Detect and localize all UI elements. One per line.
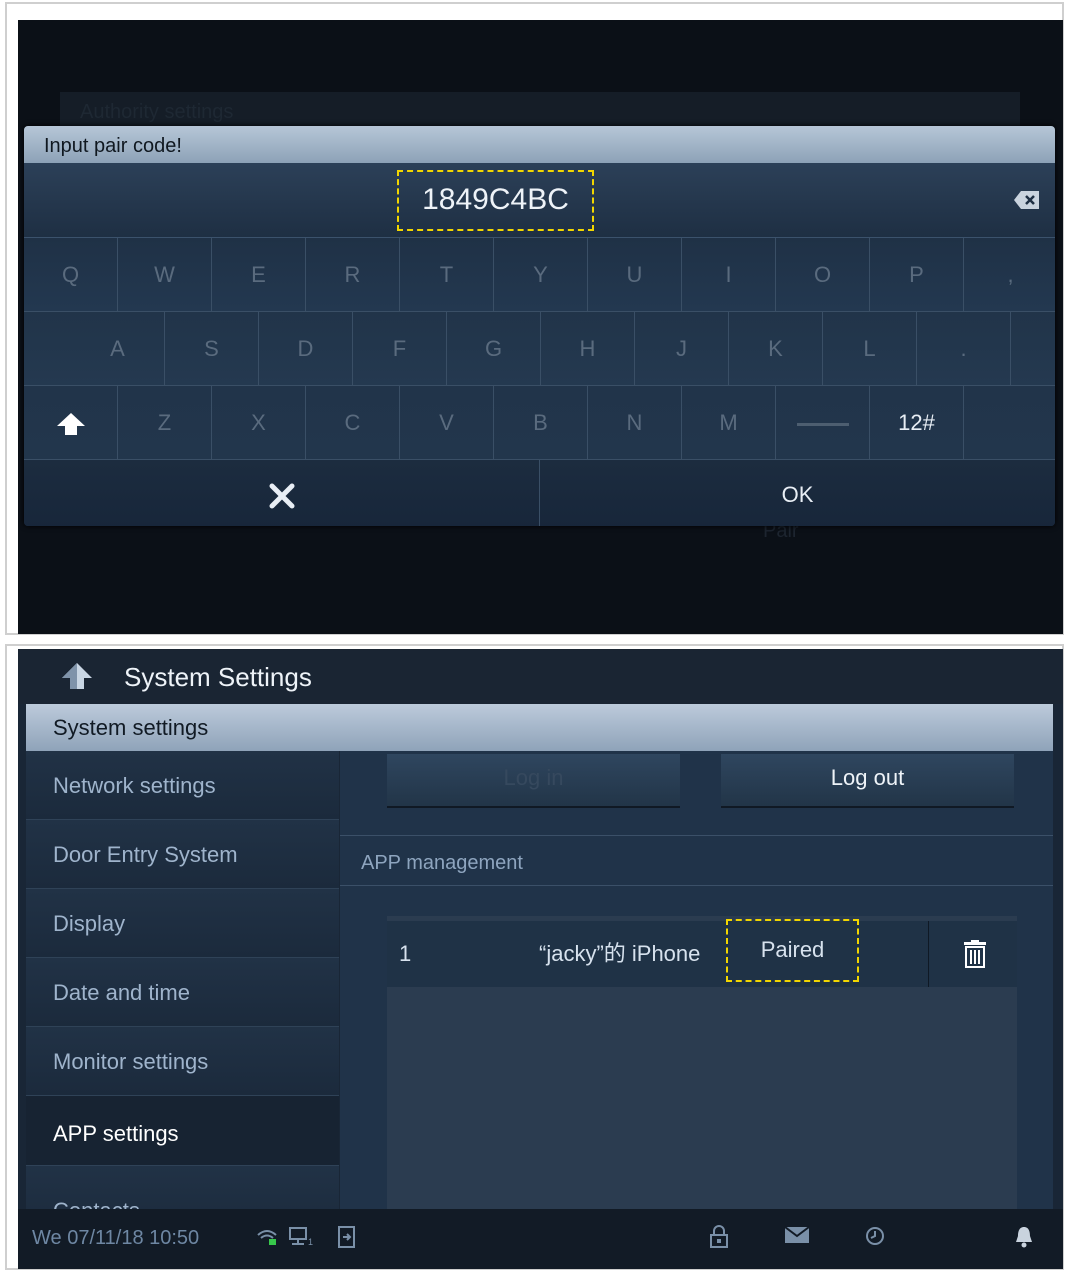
shift-icon <box>56 413 85 436</box>
sidebar-item-network-settings[interactable]: Network settings <box>26 751 339 820</box>
key-r1-5[interactable]: Y <box>494 238 588 311</box>
svg-text:1: 1 <box>308 1237 313 1247</box>
key-r1-1[interactable]: W <box>118 238 212 311</box>
key-r1-8[interactable]: O <box>776 238 870 311</box>
app-index: 1 <box>399 941 412 966</box>
section-header: System settings <box>26 704 1053 751</box>
sidebar-item-door-entry-system[interactable]: Door Entry System <box>26 820 339 889</box>
mail-icon[interactable] <box>784 1225 810 1245</box>
logout-button[interactable]: Log out <box>721 754 1014 808</box>
shift-key[interactable] <box>24 386 118 459</box>
backspace-icon[interactable] <box>1013 190 1041 210</box>
key-r3-1[interactable]: X <box>212 386 306 459</box>
back-icon[interactable] <box>60 661 94 691</box>
key-r2-2[interactable]: D <box>259 312 353 385</box>
divider <box>340 885 1053 886</box>
keyboard-row-2: ASDFGHJKL. <box>24 312 1055 386</box>
delete-button[interactable] <box>928 921 987 987</box>
app-row[interactable]: 1 “jacky”的 iPhone Paired <box>387 919 1017 987</box>
app-settings-content: Log in Log out APP management 1 “jacky”的… <box>340 751 1053 1211</box>
title-bar: System Settings <box>18 649 1063 704</box>
space-key[interactable] <box>776 386 870 459</box>
page-title: System Settings <box>124 662 312 692</box>
lock-icon[interactable] <box>708 1225 730 1249</box>
key-r3-2[interactable]: C <box>306 386 400 459</box>
symbols-key[interactable]: 12# <box>870 386 964 459</box>
app-device-name: “jacky”的 iPhone <box>539 941 701 966</box>
sidebar-item-date-and-time[interactable]: Date and time <box>26 958 339 1027</box>
sidebar-item-app-settings[interactable]: APP settings <box>26 1096 339 1166</box>
key-r3-6[interactable]: M <box>682 386 776 459</box>
door-icon[interactable] <box>336 1225 358 1249</box>
key-r2-4[interactable]: G <box>447 312 541 385</box>
key-r2-9[interactable]: . <box>917 312 1011 385</box>
sidebar-item-display[interactable]: Display <box>26 889 339 958</box>
key-r2-3[interactable]: F <box>353 312 447 385</box>
cancel-button[interactable] <box>24 460 540 526</box>
login-button[interactable]: Log in <box>387 754 680 808</box>
close-icon <box>269 483 294 509</box>
key-r1-0[interactable]: Q <box>24 238 118 311</box>
key-r2-5[interactable]: H <box>541 312 635 385</box>
keyboard-row-1: QWERTYUIOP, <box>24 238 1055 312</box>
key-r2-0[interactable]: A <box>71 312 165 385</box>
key-r1-6[interactable]: U <box>588 238 682 311</box>
ok-button[interactable]: OK <box>540 460 1055 526</box>
key-r1-3[interactable]: R <box>306 238 400 311</box>
key-r1-10[interactable]: , <box>964 238 1055 311</box>
history-icon[interactable] <box>864 1225 886 1247</box>
key-r3-3[interactable]: V <box>400 386 494 459</box>
wifi-icon <box>257 1230 277 1245</box>
system-settings-screen: System Settings System settings Network … <box>18 649 1063 1269</box>
key-r2-8[interactable]: L <box>823 312 917 385</box>
key-r3-4[interactable]: B <box>494 386 588 459</box>
key-r1-4[interactable]: T <box>400 238 494 311</box>
space-icon <box>796 422 849 426</box>
dialog-title: Input pair code! <box>24 126 1055 163</box>
key-r2-6[interactable]: J <box>635 312 729 385</box>
pair-code-dialog: Input pair code! 1849C4BC QWERTYUIOP, AS… <box>24 126 1055 526</box>
app-status: Paired <box>726 919 859 982</box>
pair-code-screen: Authority settings Pair Input pair code!… <box>18 20 1063 634</box>
key-r1-2[interactable]: E <box>212 238 306 311</box>
divider <box>340 835 1053 836</box>
key-r1-9[interactable]: P <box>870 238 964 311</box>
sidebar-item-monitor-settings[interactable]: Monitor settings <box>26 1027 339 1096</box>
sidebar: Network settings Door Entry System Displ… <box>26 751 339 1235</box>
key-r3-5[interactable]: N <box>588 386 682 459</box>
key-r2-7[interactable]: K <box>729 312 823 385</box>
keyboard-row-3: Z X C V B N M 12# <box>24 386 1055 460</box>
network-icon: 1 <box>289 1227 313 1247</box>
key-r1-7[interactable]: I <box>682 238 776 311</box>
status-bar: We 07/11/18 10:50 1 <box>18 1209 1063 1269</box>
key-r2-1[interactable]: S <box>165 312 259 385</box>
key-r3-0[interactable]: Z <box>118 386 212 459</box>
pair-code-input-row[interactable]: 1849C4BC <box>24 163 1055 238</box>
app-management-label: APP management <box>361 852 523 874</box>
bell-icon[interactable] <box>1014 1225 1034 1249</box>
trash-icon <box>964 940 986 968</box>
status-datetime: We 07/11/18 10:50 <box>32 1227 200 1249</box>
pair-code-input[interactable]: 1849C4BC <box>397 170 594 231</box>
dialog-actions: OK <box>24 460 1055 526</box>
